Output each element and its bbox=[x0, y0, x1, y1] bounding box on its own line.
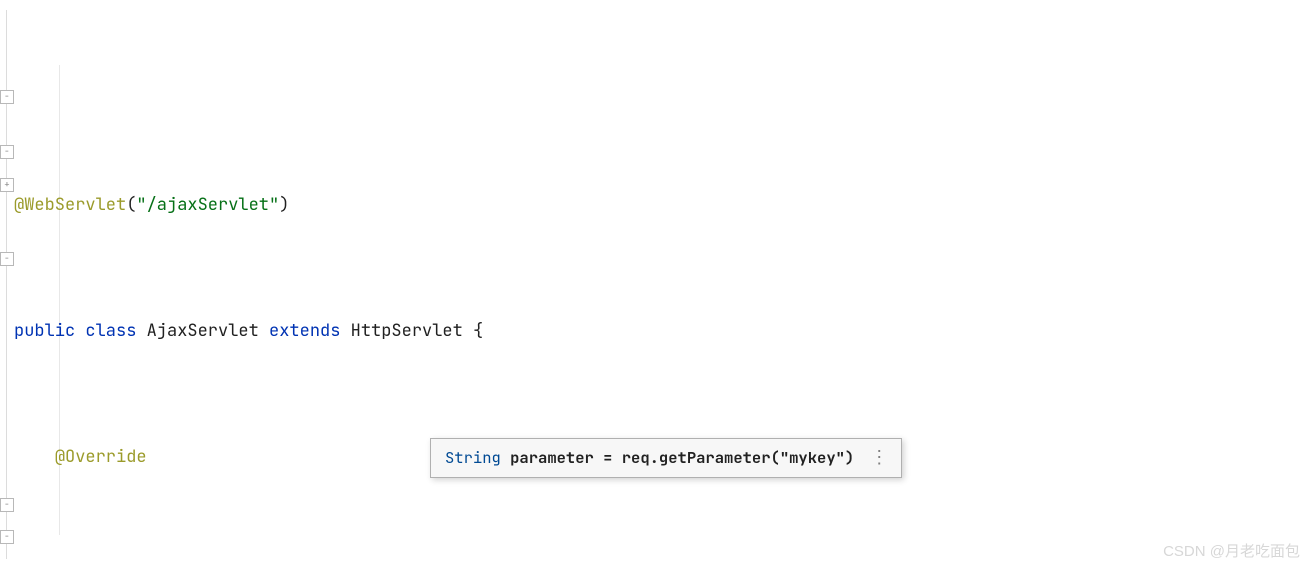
code-area[interactable]: @WebServlet("/ajaxServlet") public class… bbox=[14, 0, 1310, 569]
code-line[interactable]: public class AjaxServlet extends HttpSer… bbox=[14, 316, 1310, 348]
more-actions-icon[interactable]: ⋮ bbox=[870, 447, 887, 469]
keyword: public bbox=[14, 320, 75, 342]
punct: ) bbox=[279, 194, 289, 216]
keyword: class bbox=[85, 320, 136, 342]
fold-toggle-icon[interactable]: + bbox=[0, 178, 14, 192]
fold-toggle-icon[interactable]: − bbox=[0, 530, 14, 544]
keyword: extends bbox=[269, 320, 340, 342]
annotation: @WebServlet bbox=[14, 194, 126, 216]
gutter: − − + − − − bbox=[0, 0, 10, 569]
annotation: @Override bbox=[55, 446, 147, 468]
quick-doc-tooltip[interactable]: String parameter = req.getParameter("myk… bbox=[430, 438, 902, 478]
fold-toggle-icon[interactable]: − bbox=[0, 498, 14, 512]
code-line[interactable]: @WebServlet("/ajaxServlet") bbox=[14, 190, 1310, 222]
watermark: CSDN @月老吃面包 bbox=[1163, 540, 1300, 561]
fold-toggle-icon[interactable]: − bbox=[0, 145, 14, 159]
fold-toggle-icon[interactable]: − bbox=[0, 252, 14, 266]
code-text: HttpServlet { bbox=[351, 320, 484, 342]
code-editor[interactable]: − − + − − − @WebServlet("/ajaxServlet") … bbox=[0, 0, 1310, 569]
fold-toggle-icon[interactable]: − bbox=[0, 90, 14, 104]
class-name: AjaxServlet bbox=[147, 320, 259, 342]
punct: ( bbox=[126, 194, 136, 216]
string-literal: "/ajaxServlet" bbox=[136, 194, 279, 216]
tooltip-type: String bbox=[445, 447, 501, 468]
tooltip-text: parameter = req.getParameter("mykey") bbox=[501, 447, 854, 468]
